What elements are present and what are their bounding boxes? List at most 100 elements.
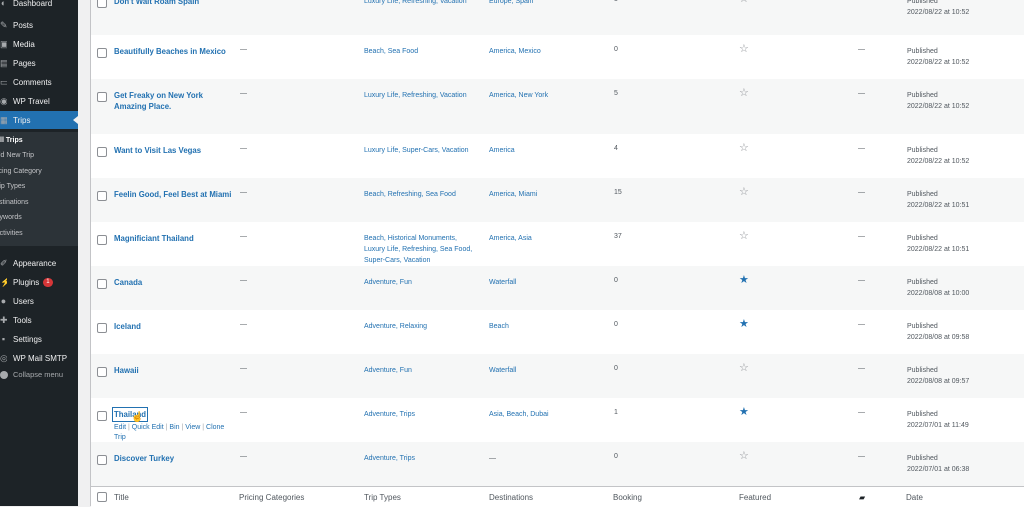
row-checkbox[interactable]	[97, 92, 107, 102]
status-label: Published	[907, 323, 938, 330]
row-checkbox[interactable]	[97, 323, 107, 333]
update-count-badge: 1	[43, 277, 53, 287]
trip-title-link[interactable]: Get Freaky on New York Amazing Place.	[114, 90, 203, 112]
trip-title-link[interactable]: Magnificiant Thailand	[114, 233, 194, 244]
collapse-menu-button[interactable]: Collapse menu	[0, 370, 63, 379]
star-filled-icon[interactable]: ★	[739, 275, 749, 286]
trip-title-link[interactable]: Want to Visit Las Vegas	[114, 145, 201, 156]
star-outline-icon[interactable]: ☆	[739, 451, 749, 462]
submenu-item[interactable]: All Trips	[0, 137, 23, 144]
submenu-item[interactable]: Destinations	[0, 199, 29, 206]
sidebar-item-pages[interactable]: ▤ Pages	[0, 54, 78, 72]
star-filled-icon[interactable]: ★	[739, 407, 749, 418]
star-outline-icon[interactable]: ☆	[739, 44, 749, 55]
row-checkbox[interactable]	[97, 147, 107, 157]
row-checkbox[interactable]	[97, 411, 107, 421]
row-checkbox[interactable]	[97, 235, 107, 245]
column-header-trip-types[interactable]: Trip Types	[364, 493, 401, 502]
sidebar-item-wp-travel[interactable]: ◉ WP Travel	[0, 92, 78, 110]
comments-cell: —	[858, 145, 865, 152]
column-header-booking[interactable]: Booking	[613, 493, 642, 502]
sidebar-item-label: Pages	[13, 58, 36, 68]
table-row: Don't Wait Roam Spain — Luxury Life, Refre…	[91, 0, 1024, 35]
trip-type-link[interactable]: Adventure, Relaxing	[364, 321, 427, 332]
post-status-date: Published 2022/08/08 at 09:57	[907, 365, 969, 387]
post-status-date: Published 2022/08/08 at 10:00	[907, 277, 969, 299]
trip-title-link[interactable]: Beautifully Beaches in Mexico	[114, 46, 226, 57]
star-outline-icon[interactable]: ☆	[739, 0, 749, 5]
row-action-bin[interactable]: Bin	[169, 424, 179, 431]
row-checkbox[interactable]	[97, 48, 107, 58]
star-filled-icon[interactable]: ★	[739, 319, 749, 330]
sidebar-item-tools[interactable]: ✚ Tools	[0, 311, 78, 329]
star-outline-icon[interactable]: ☆	[739, 187, 749, 198]
star-outline-icon[interactable]: ☆	[739, 231, 749, 242]
sidebar-item-comments[interactable]: ▭ Comments	[0, 73, 78, 91]
trip-title-link[interactable]: Hawaii	[114, 365, 139, 376]
column-header-date[interactable]: Date	[906, 493, 923, 502]
table-row: Magnificiant Thailand — Beach, Historical …	[91, 222, 1024, 266]
trip-title-line: Don't Wait Roam Spain	[114, 0, 200, 6]
comment-bubble-icon[interactable]: ▰	[859, 493, 865, 502]
star-outline-icon[interactable]: ☆	[739, 88, 749, 99]
row-checkbox[interactable]	[97, 367, 107, 377]
trip-type-link[interactable]: Luxury Life, Refreshing, Vacation	[364, 90, 467, 101]
row-checkbox[interactable]	[97, 0, 107, 8]
star-outline-icon[interactable]: ☆	[739, 363, 749, 374]
column-header-destinations[interactable]: Destinations	[489, 493, 533, 502]
sidebar-item-dashboard[interactable]: ◐ Dashboard	[0, 0, 78, 12]
sidebar-item-posts[interactable]: ✎ Posts	[0, 16, 78, 34]
table-row: Canada — Adventure, Fun Waterfall 0 ★ — Publish…	[91, 266, 1024, 310]
sidebar-item-label: WP Travel	[13, 96, 50, 106]
sidebar-item-appearance[interactable]: ✐ Appearance	[0, 254, 78, 272]
row-checkbox[interactable]	[97, 455, 107, 465]
destinations-cell: Europe, Spain	[489, 0, 534, 5]
trip-title-link[interactable]: Canada	[114, 277, 142, 288]
trip-type-link[interactable]: Beach, Sea Food	[364, 46, 418, 57]
sidebar-item-wp-mail-smtp[interactable]: ◎ WP Mail SMTP	[0, 349, 78, 367]
trip-type-link[interactable]: Luxury Life, Refreshing, Sea Food,	[364, 244, 472, 255]
table-row: Thailand — Adventure, Trips Asia, Beach, Du…	[91, 398, 1024, 442]
trip-type-link[interactable]: Adventure, Trips	[364, 409, 415, 420]
submenu-item[interactable]: Keywords	[0, 214, 22, 221]
trip-type-link[interactable]: Super-Cars, Vacation	[364, 255, 472, 266]
trip-type-link[interactable]: Adventure, Trips	[364, 453, 415, 464]
trip-title-link[interactable]: Iceland	[114, 321, 141, 332]
sidebar-item-media[interactable]: ▣ Media	[0, 35, 78, 53]
column-header-title[interactable]: Title	[114, 493, 129, 502]
comments-cell: —	[858, 365, 865, 372]
trip-title-link[interactable]: Feelin Good, Feel Best at Miami	[114, 189, 231, 200]
sidebar-item-trips[interactable]: ▦ Trips	[0, 111, 78, 129]
row-action-clone[interactable]: Clone	[206, 424, 224, 431]
row-action-view[interactable]: View	[185, 424, 200, 431]
submenu-item[interactable]: Activities	[0, 230, 23, 237]
row-action-quick-edit[interactable]: Quick Edit	[132, 424, 164, 431]
destinations-cell: Waterfall	[489, 279, 517, 286]
admin-sidebar: ◐ Dashboard ✎ Posts ▣ Media ▤ Pages ▭ Comments ◉ WP…	[0, 0, 78, 506]
trip-type-link[interactable]: Luxury Life, Super-Cars, Vacation	[364, 145, 469, 156]
submenu-item[interactable]: Add New Trip	[0, 152, 34, 159]
table-row: Beautifully Beaches in Mexico — Beach, Sea…	[91, 35, 1024, 79]
column-header-featured[interactable]: Featured	[739, 493, 771, 502]
sidebar-item-settings[interactable]: ▪ Settings	[0, 330, 78, 348]
trip-title-link[interactable]: Discover Turkey	[114, 453, 174, 464]
trip-type-link[interactable]: Beach, Refreshing, Sea Food	[364, 189, 456, 200]
sidebar-item-users[interactable]: ● Users	[0, 292, 78, 310]
trip-type-link[interactable]: Adventure, Fun	[364, 365, 412, 376]
star-outline-icon[interactable]: ☆	[739, 143, 749, 154]
row-checkbox[interactable]	[97, 191, 107, 201]
trip-type-link[interactable]: Beach, Historical Monuments,	[364, 233, 472, 244]
trip-types-cell: Luxury Life, Refreshing, Vacation	[364, 90, 467, 101]
trip-type-link[interactable]: Adventure, Fun	[364, 277, 412, 288]
row-checkbox[interactable]	[97, 279, 107, 289]
trip-type-link[interactable]: Luxury Life, Refreshing, Vacation	[364, 0, 467, 7]
row-action-edit[interactable]: Edit	[114, 424, 126, 431]
submenu-item[interactable]: Pricing Category	[0, 168, 42, 175]
trip-title-line: Iceland	[114, 322, 141, 331]
sidebar-item-plugins[interactable]: ⚡ Plugins 1	[0, 273, 78, 291]
select-all-checkbox[interactable]	[97, 492, 107, 502]
table-row: Get Freaky on New York Amazing Place. — Lux…	[91, 79, 1024, 134]
column-header-pricing-categories[interactable]: Pricing Categories	[239, 493, 304, 502]
submenu-item[interactable]: Trip Types	[0, 183, 25, 190]
trip-title-link[interactable]: Don't Wait Roam Spain	[114, 0, 199, 7]
